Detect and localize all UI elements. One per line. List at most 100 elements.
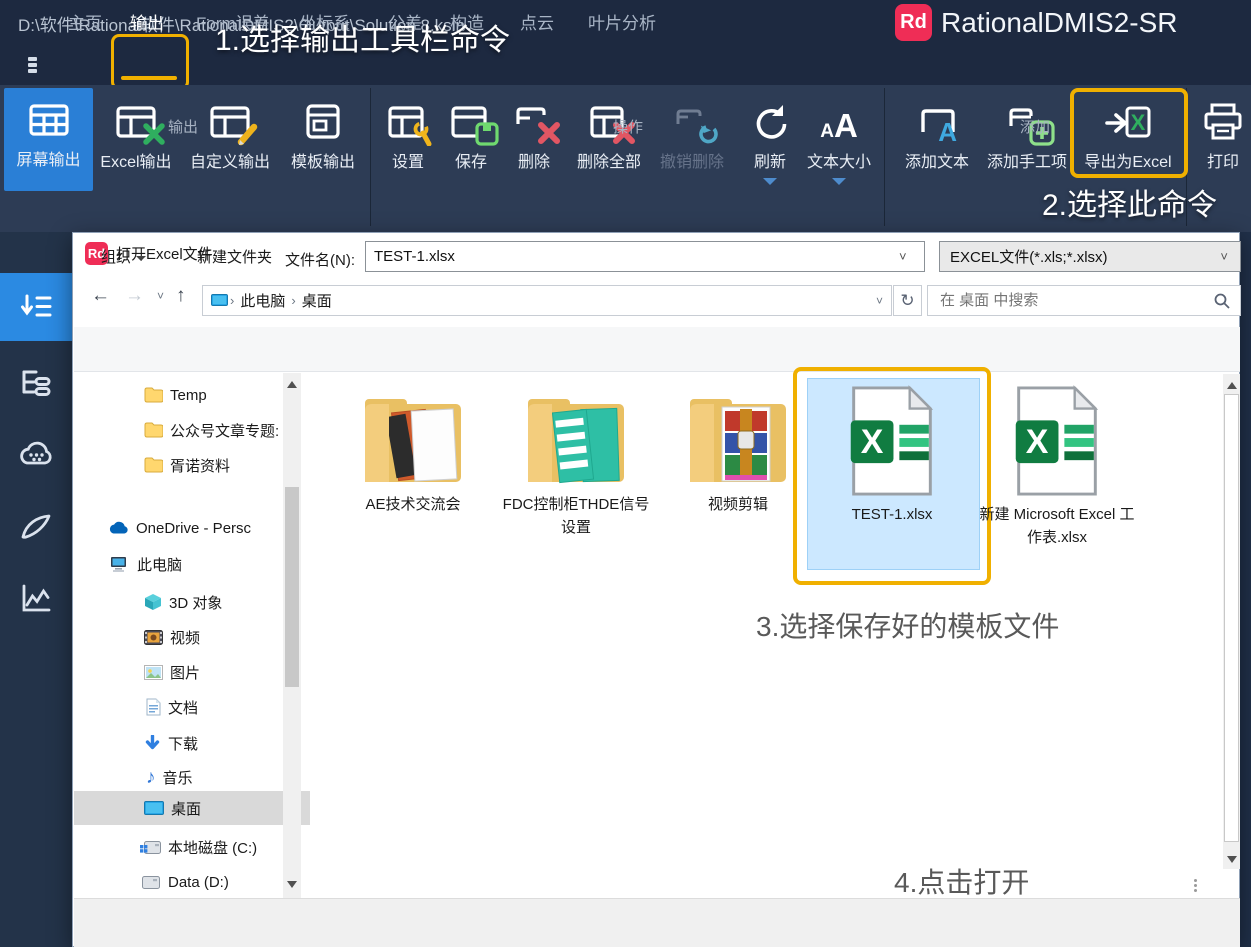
app-logo-icon: Rd <box>895 4 932 41</box>
app-name: RationalDMIS2-SR <box>941 7 1178 39</box>
filename-input[interactable] <box>365 241 925 272</box>
annotation-box-output-tab <box>111 34 189 90</box>
organize-dropdown-icon <box>136 256 146 261</box>
template-output-button[interactable]: 模板输出 <box>284 90 362 172</box>
statistics-icon <box>18 581 54 615</box>
annotation-box-template-file <box>793 367 991 585</box>
open-excel-dialog: Rd 打开Excel文件 × ← → ˅ ↑ › 此电脑 › 桌面 ˅ ↻ 组织… <box>72 232 1240 947</box>
documents-icon <box>146 698 161 716</box>
tree-item-temp[interactable]: Temp <box>144 378 207 412</box>
breadcrumb-desktop[interactable]: 桌面 <box>302 290 332 311</box>
computer-icon <box>110 556 130 573</box>
output-list-icon <box>18 289 54 325</box>
address-dropdown-icon[interactable]: ˅ <box>876 294 883 308</box>
file-list-scrollbar[interactable] <box>1223 374 1240 869</box>
tree-view-icon <box>18 364 54 400</box>
file-item-ae[interactable]: AE技术交流会 <box>328 391 498 516</box>
back-button[interactable]: ← <box>91 285 110 307</box>
refresh-button[interactable]: 刷新 <box>744 90 796 185</box>
refresh-address-button[interactable]: ↻ <box>893 285 922 316</box>
filename-label: 文件名(N): <box>285 249 355 270</box>
onedrive-icon <box>108 521 129 535</box>
rationaldmis-window: D:\软件\Rational软件\RationalDMIS2\Output\So… <box>0 0 1251 947</box>
custom-output-button[interactable]: 自定义输出 <box>185 90 275 172</box>
table-excel-icon <box>114 90 158 142</box>
settings-button[interactable]: 设置 <box>384 90 432 172</box>
tab-blade-analysis[interactable]: 叶片分析 <box>588 9 656 34</box>
file-item-fdc[interactable]: FDC控制柜THDE信号设置 <box>491 391 661 540</box>
annotation-box-export-excel <box>1070 88 1188 178</box>
table-pencil-icon <box>208 90 252 142</box>
add-text-button[interactable]: A 添加文本 <box>898 90 976 172</box>
tree-item-videos[interactable]: 视频 <box>144 620 200 654</box>
excel-output-button[interactable]: Excel输出 <box>98 90 174 172</box>
navigation-pane: Temp 公众号文章专题: 胥诺资料 OneDrive - Persc 此电脑 … <box>74 373 310 898</box>
tree-item-downloads[interactable]: 下载 <box>144 726 198 760</box>
table-icon <box>27 88 71 140</box>
statistics-sidebar-button[interactable] <box>0 564 72 632</box>
refresh-icon <box>748 90 792 142</box>
annotation-step1: 1.选择输出工具栏命令 <box>215 15 510 59</box>
desktop-icon <box>144 801 164 816</box>
search-box[interactable] <box>927 285 1241 316</box>
disk-icon <box>140 876 161 889</box>
point-cloud-sidebar-button[interactable] <box>0 420 72 488</box>
filename-dropdown-icon[interactable]: ˅ <box>899 249 907 264</box>
folder-icon <box>144 422 163 438</box>
address-bar[interactable]: › 此电脑 › 桌面 ˅ <box>202 285 892 316</box>
annotation-step2: 2.选择此命令 <box>1042 180 1217 224</box>
text-size-button[interactable]: AA 文本大小 <box>802 90 876 185</box>
organize-button[interactable]: 组织 <box>101 246 146 267</box>
tree-item-gzh[interactable]: 公众号文章专题: <box>144 413 279 447</box>
breadcrumb-this-pc[interactable]: 此电脑 <box>240 290 285 311</box>
tree-scroll-down <box>283 875 301 893</box>
text-size-dropdown-arrow[interactable] <box>832 178 846 185</box>
filetype-dropdown-icon: ˅ <box>1220 249 1228 264</box>
add-text-icon: A <box>915 90 959 142</box>
blade-icon <box>18 510 54 542</box>
tree-item-local-disk-c[interactable]: 本地磁盘 (C:) <box>140 830 257 864</box>
blade-sidebar-button[interactable] <box>0 492 72 560</box>
save-button[interactable]: 保存 <box>447 90 495 172</box>
folder-icon <box>144 387 163 403</box>
filetype-select[interactable]: EXCEL文件(*.xls;*.xlsx) ˅ <box>939 241 1241 272</box>
file-item-new-excel[interactable]: X 新建 Microsoft Excel 工作表.xlsx <box>972 385 1142 550</box>
list-scroll-up <box>1223 376 1240 394</box>
tree-item-pictures[interactable]: 图片 <box>144 655 200 689</box>
folder-rar-preview-icon <box>686 391 790 487</box>
tab-output[interactable]: 输出 <box>130 9 164 34</box>
delete-button[interactable]: 删除 <box>510 90 558 172</box>
search-icon[interactable] <box>1214 293 1230 309</box>
history-dropdown-icon[interactable]: ˅ <box>157 289 164 303</box>
tab-home[interactable]: 主页 <box>68 9 102 34</box>
annotation-step3: 3.选择保存好的模板文件 <box>756 605 1059 645</box>
app-menu-icon[interactable] <box>28 55 37 75</box>
tree-item-data-d[interactable]: Data (D:) <box>140 865 229 898</box>
tree-view-sidebar-button[interactable] <box>0 348 72 416</box>
tab-pointcloud[interactable]: 点云 <box>520 9 554 34</box>
search-input[interactable] <box>938 291 1214 310</box>
tree-scrollbar[interactable] <box>283 373 301 898</box>
table-save-icon <box>451 90 491 142</box>
print-button[interactable]: 打印 <box>1198 90 1248 172</box>
new-folder-button[interactable]: 新建文件夹 <box>197 246 272 267</box>
svg-text:X: X <box>1026 423 1049 461</box>
tree-item-xunuo[interactable]: 胥诺资料 <box>144 448 230 482</box>
tree-item-3d-objects[interactable]: 3D 对象 <box>144 585 222 619</box>
screen-output-button[interactable]: 屏幕输出 <box>4 88 93 191</box>
refresh-dropdown-arrow[interactable] <box>763 178 777 185</box>
tree-item-desktop[interactable]: 桌面 <box>74 791 310 825</box>
point-cloud-icon <box>17 437 55 471</box>
group-label-output: 输出 <box>168 116 198 137</box>
windows-disk-icon <box>140 841 161 854</box>
video-icon <box>144 630 163 645</box>
tree-scroll-up <box>283 375 301 393</box>
resize-grip-icon[interactable] <box>1194 877 1197 894</box>
delete-icon <box>514 90 554 142</box>
output-list-sidebar-button[interactable] <box>0 273 72 341</box>
tree-item-this-pc[interactable]: 此电脑 <box>110 547 182 581</box>
tree-item-music[interactable]: ♪音乐 <box>146 760 193 794</box>
tree-item-onedrive[interactable]: OneDrive - Persc <box>108 511 251 545</box>
up-button[interactable]: ↑ <box>176 285 186 307</box>
tree-item-documents[interactable]: 文档 <box>146 690 198 724</box>
